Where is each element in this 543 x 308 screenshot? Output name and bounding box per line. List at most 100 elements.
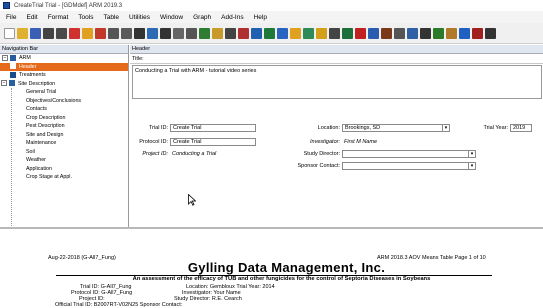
filter-icon[interactable] — [225, 27, 236, 39]
sidebar-item-general-trial[interactable]: General Trial — [0, 88, 128, 97]
chart-icon[interactable] — [264, 27, 275, 39]
menu-utilities[interactable]: Utilities — [129, 14, 150, 21]
project-id-value[interactable]: Conducting a Trial — [172, 151, 216, 157]
title-label: Title: — [130, 54, 543, 64]
layout-icon[interactable] — [407, 27, 418, 39]
report-preview: Aug-22-2018 (G-All7_Fung) ARM 2018.3 AOV… — [0, 227, 543, 308]
sidebar-item-label: Site Description — [18, 80, 56, 87]
table2-icon[interactable] — [394, 27, 405, 39]
sidebar-item-label: Contacts — [26, 106, 47, 112]
investigator-label: Investigator: — [310, 139, 340, 145]
sidebar-item-crop-stage-at-appl[interactable]: Crop Stage at Appl. — [0, 173, 128, 182]
table-icon[interactable] — [147, 27, 158, 39]
copy-icon[interactable] — [199, 27, 210, 39]
save-icon[interactable] — [30, 27, 41, 39]
tree-root-arm[interactable]: − ARM — [0, 54, 128, 63]
trial-description-field[interactable]: Conducting a Trial with ARM - tutorial v… — [132, 65, 542, 99]
collapse-icon[interactable]: − — [2, 54, 8, 61]
close-icon[interactable] — [69, 27, 80, 39]
calendar2-icon[interactable] — [472, 27, 483, 39]
trial-year-input[interactable]: 2019 — [510, 124, 532, 132]
menu-table[interactable]: Table — [103, 14, 119, 21]
paste-icon[interactable] — [212, 27, 223, 39]
record-icon[interactable] — [433, 27, 444, 39]
study-director-select[interactable]: ▾ — [342, 150, 476, 158]
print-preview-icon[interactable] — [56, 27, 67, 39]
stop-icon[interactable] — [420, 27, 431, 39]
sponsor-contact-select[interactable]: ▾ — [342, 162, 476, 170]
sidebar-item-crop-description[interactable]: Crop Description — [0, 114, 128, 123]
project-id-label: Project ID: — [142, 151, 168, 157]
paint-icon[interactable] — [446, 27, 457, 39]
red-square-icon[interactable] — [355, 27, 366, 39]
folder-icon[interactable] — [82, 27, 93, 39]
sidebar-item-treatments[interactable]: Treatments — [0, 71, 128, 80]
protocol-id-label: Protocol ID: — [139, 139, 168, 145]
grid-icon[interactable] — [160, 27, 171, 39]
trial-id-input[interactable]: Create Trial — [170, 124, 256, 132]
undo-icon[interactable] — [173, 27, 184, 39]
book-icon[interactable] — [381, 27, 392, 39]
sidebar-item-weather[interactable]: Weather — [0, 156, 128, 165]
tools-icon[interactable] — [134, 27, 145, 39]
wizard-icon[interactable] — [108, 27, 119, 39]
sidebar-item-label: Site and Design — [26, 131, 64, 138]
window-titlebar: CreateTrial Trial - [GDMdef] ARM 2019.3 — [0, 0, 543, 11]
open-icon[interactable] — [17, 27, 28, 39]
sidebar-item-contacts[interactable]: Contacts — [0, 105, 128, 114]
sidebar-item-site-description[interactable]: − Site Description — [0, 80, 128, 89]
menu-help[interactable]: Help — [254, 14, 267, 21]
chevron-down-icon[interactable]: ▾ — [442, 125, 449, 131]
help-icon[interactable] — [459, 27, 470, 39]
sidebar-item-label: Soil — [26, 148, 35, 155]
sidebar-item-site-and-design[interactable]: Site and Design — [0, 131, 128, 140]
trial-icon — [10, 54, 16, 61]
sidebar-item-soil[interactable]: Soil — [0, 148, 128, 157]
sidebar-item-label: Application — [26, 165, 52, 172]
palette-icon[interactable] — [290, 27, 301, 39]
sidebar-item-label: Treatments — [19, 72, 46, 78]
section-icon — [10, 63, 16, 70]
navigation-header: Navigation Bar — [0, 45, 128, 54]
trial-year-label: Trial Year: — [483, 125, 508, 131]
sidebar-item-application[interactable]: Application — [0, 165, 128, 174]
sidebar-item-label: General Trial — [26, 89, 57, 95]
sort-desc-icon[interactable] — [251, 27, 262, 39]
sidebar-item-maintenance[interactable]: Maintenance — [0, 139, 128, 148]
sidebar-item-label: Crop Description — [26, 114, 66, 121]
window-title: CreateTrial Trial - [GDMdef] ARM 2019.3 — [14, 2, 123, 9]
print-icon[interactable] — [43, 27, 54, 39]
collapse-icon[interactable]: − — [1, 80, 7, 87]
bug-icon[interactable] — [485, 27, 496, 39]
protocol-id-input[interactable]: Create Trial — [170, 138, 256, 146]
new-icon[interactable] — [4, 27, 15, 39]
tree-connector-line — [11, 88, 12, 238]
menu-file[interactable]: File — [6, 14, 16, 21]
location-select[interactable]: Brookings, SD ▾ — [342, 124, 450, 132]
sidebar-item-pest-description[interactable]: Pest Description — [0, 122, 128, 131]
globe-icon[interactable] — [303, 27, 314, 39]
menu-format[interactable]: Format — [48, 14, 69, 21]
app-icon — [3, 2, 10, 9]
chevron-down-icon[interactable]: ▾ — [468, 151, 475, 157]
calendar-icon[interactable] — [368, 27, 379, 39]
map-icon[interactable] — [277, 27, 288, 39]
chevron-down-icon[interactable]: ▾ — [468, 163, 475, 169]
envelope-icon[interactable] — [121, 27, 132, 39]
section-icon — [9, 80, 15, 87]
check-icon[interactable] — [329, 27, 340, 39]
menu-add-ins[interactable]: Add-Ins — [221, 14, 243, 21]
report-icon[interactable] — [95, 27, 106, 39]
sidebar-item-header[interactable]: Header — [0, 62, 128, 71]
menu-window[interactable]: Window — [160, 14, 183, 21]
investigator-value[interactable]: First M Name — [344, 139, 377, 145]
cut-icon[interactable] — [186, 27, 197, 39]
menu-graph[interactable]: Graph — [193, 14, 211, 21]
excel-icon[interactable] — [342, 27, 353, 39]
lightbulb-icon[interactable] — [316, 27, 327, 39]
sidebar-item-objectives-conclusions[interactable]: Objectives/Conclusions — [0, 97, 128, 106]
menu-edit[interactable]: Edit — [26, 14, 37, 21]
sidebar-item-label: Header — [19, 63, 37, 70]
menu-tools[interactable]: Tools — [78, 14, 93, 21]
sort-icon[interactable] — [238, 27, 249, 39]
